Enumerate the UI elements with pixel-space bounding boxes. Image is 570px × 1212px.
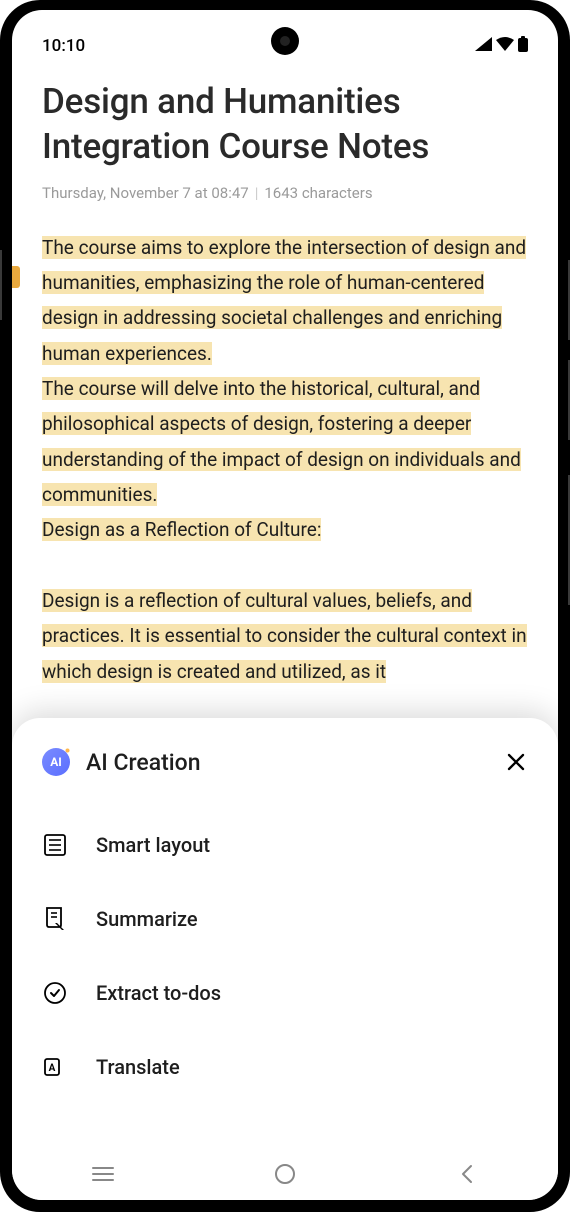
- note-edit-icon: [42, 906, 68, 932]
- cellular-icon: [475, 36, 492, 56]
- list-icon: [42, 832, 68, 858]
- ai-item-smart-layout[interactable]: Smart layout: [42, 808, 528, 882]
- system-nav-bar: [12, 1148, 558, 1200]
- note-meta: Thursday, November 7 at 08:47|1643 chara…: [42, 184, 528, 202]
- nav-recents-button[interactable]: [88, 1159, 118, 1189]
- ai-panel-header: AI AI Creation: [42, 748, 528, 776]
- phone-frame: 10:10 Design and Humanities Integration …: [0, 0, 570, 1212]
- ai-item-summarize[interactable]: Summarize: [42, 882, 528, 956]
- ai-item-label: Extract to-dos: [96, 981, 221, 1005]
- note-char-count: 1643 characters: [264, 184, 372, 202]
- ai-item-label: Summarize: [96, 907, 198, 931]
- translate-icon: A: [42, 1054, 68, 1080]
- status-time: 10:10: [42, 36, 85, 56]
- close-button[interactable]: [504, 750, 528, 774]
- side-button-left: [0, 250, 2, 320]
- page-title[interactable]: Design and Humanities Integration Course…: [42, 80, 528, 170]
- check-circle-icon: [42, 980, 68, 1006]
- ai-item-label: Smart layout: [96, 833, 210, 857]
- selection-handle-icon[interactable]: [12, 266, 20, 288]
- ai-panel-title: AI Creation: [86, 749, 488, 776]
- front-camera: [271, 27, 299, 55]
- highlighted-text[interactable]: The course aims to explore the intersect…: [42, 236, 527, 683]
- battery-icon: [518, 36, 528, 57]
- ai-item-extract-todos[interactable]: Extract to-dos: [42, 956, 528, 1030]
- screen: 10:10 Design and Humanities Integration …: [12, 10, 558, 1200]
- wifi-icon: [496, 36, 514, 56]
- ai-item-translate[interactable]: A Translate: [42, 1030, 528, 1104]
- nav-home-button[interactable]: [270, 1159, 300, 1189]
- nav-back-button[interactable]: [452, 1159, 482, 1189]
- ai-badge-icon: AI: [42, 748, 70, 776]
- ai-item-label: Translate: [96, 1055, 180, 1079]
- note-body[interactable]: The course aims to explore the intersect…: [42, 230, 528, 689]
- svg-text:A: A: [49, 1063, 56, 1074]
- note-date: Thursday, November 7 at 08:47: [42, 184, 249, 202]
- ai-creation-panel: AI AI Creation Smart layout Summarize: [12, 718, 558, 1148]
- status-right-icons: [475, 36, 528, 57]
